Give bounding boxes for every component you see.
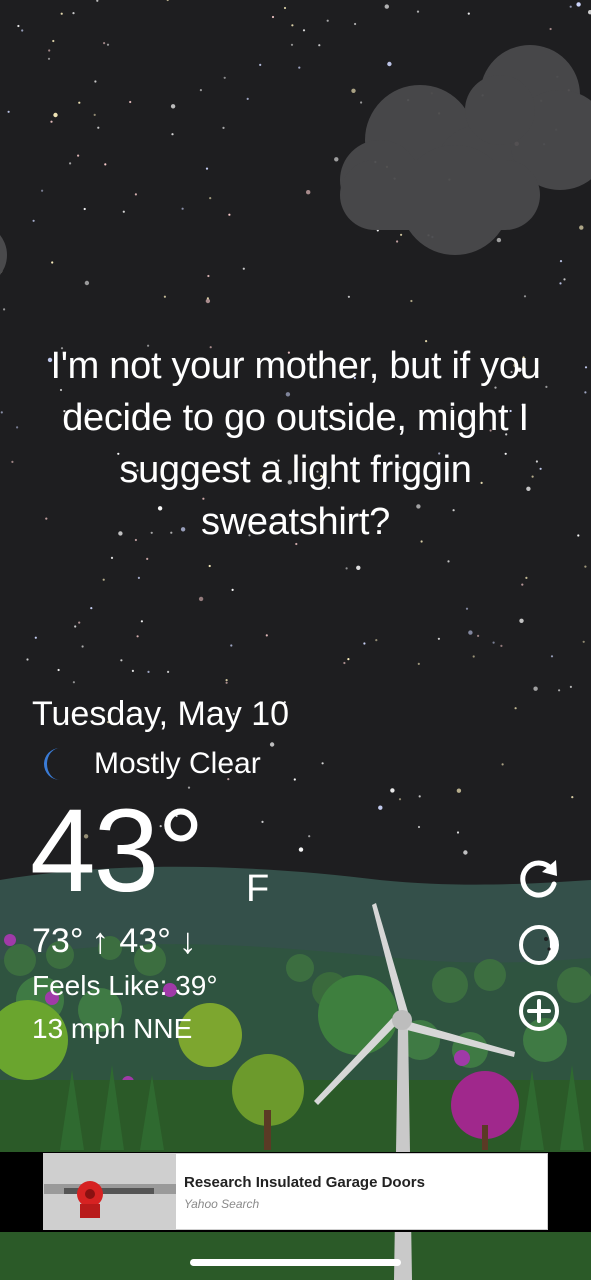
refresh-icon bbox=[520, 860, 557, 898]
ad-image bbox=[44, 1154, 176, 1229]
down-arrow-icon: ↓ bbox=[178, 920, 197, 961]
home-indicator[interactable] bbox=[190, 1259, 401, 1266]
ad-source: Yahoo Search bbox=[184, 1197, 260, 1211]
add-location-icon bbox=[519, 991, 559, 1031]
high-temperature: 73° bbox=[32, 921, 84, 960]
weather-quote: I'm not your mother, but if you decide t… bbox=[50, 345, 541, 543]
moon-phase-button[interactable] bbox=[516, 922, 562, 968]
high-low-row: 73° ↑ 43° ↓ bbox=[32, 920, 207, 962]
wind-speed: 13 mph NNE bbox=[32, 1013, 193, 1044]
landscape-background bbox=[0, 866, 591, 1280]
moon-icon bbox=[44, 748, 60, 780]
temperature-unit: F bbox=[246, 868, 270, 910]
current-temperature: 43° bbox=[30, 785, 204, 917]
refresh-button[interactable] bbox=[516, 856, 562, 902]
feels-like: Feels Like: 39° bbox=[32, 970, 218, 1001]
add-location-button[interactable] bbox=[516, 988, 562, 1034]
ad-banner[interactable]: Research Insulated Garage Doors Yahoo Se… bbox=[43, 1153, 548, 1230]
ad-title[interactable]: Research Insulated Garage Doors bbox=[184, 1174, 425, 1191]
moon-phase-icon bbox=[519, 925, 559, 965]
date-label: Tuesday, May 10 bbox=[32, 695, 290, 733]
condition-row: Mostly Clear bbox=[38, 744, 261, 784]
low-temperature: 43° bbox=[119, 921, 171, 960]
condition-text: Mostly Clear bbox=[94, 747, 261, 780]
up-arrow-icon: ↑ bbox=[91, 920, 110, 961]
